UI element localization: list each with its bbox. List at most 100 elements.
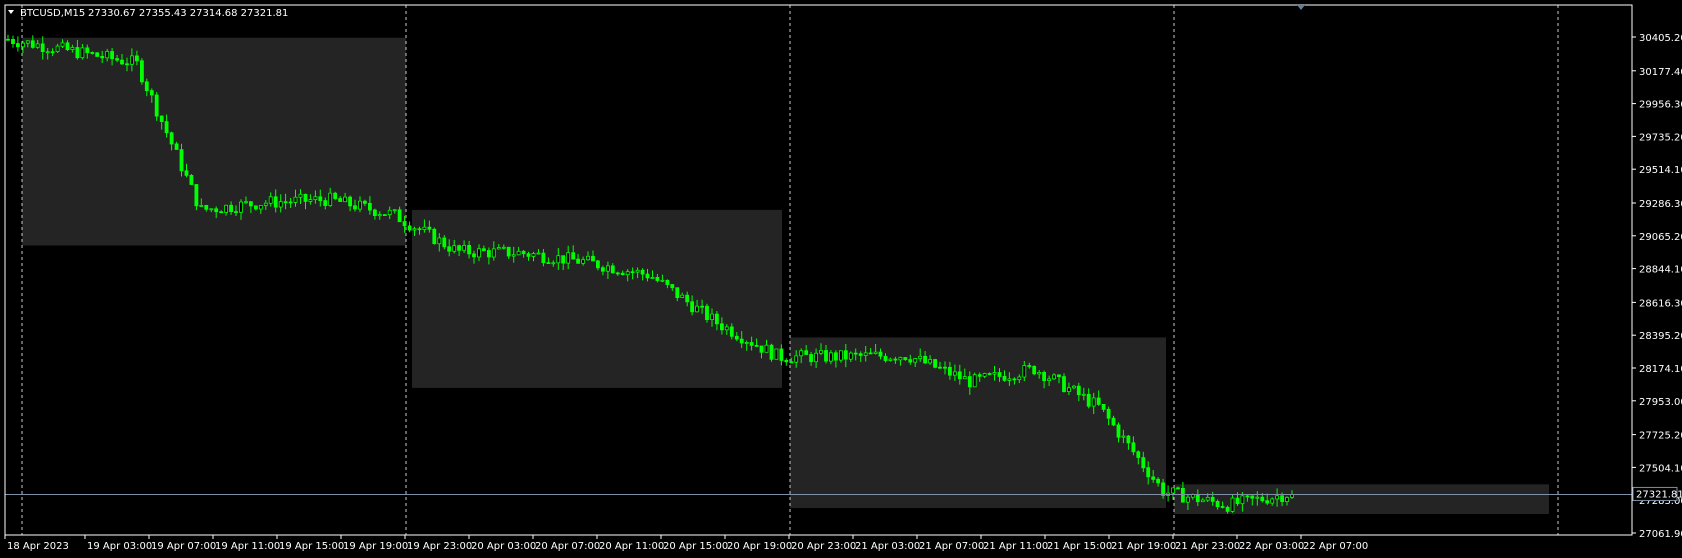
symbol-timeframe-label: BTCUSD,M15 [20, 8, 85, 19]
candle-body [893, 358, 898, 361]
candle-body [992, 372, 997, 375]
candle-body [957, 371, 962, 380]
candle-body [615, 272, 620, 275]
candle-body [665, 279, 670, 285]
candle-body [1042, 371, 1046, 381]
price-tick-label: 27504.10 [1639, 463, 1682, 474]
candle-body [695, 305, 699, 313]
candle-body [1121, 435, 1126, 438]
candle-body [1116, 424, 1121, 438]
time-tick-label: 20 Apr 19:00 [727, 541, 792, 552]
dropdown-triangle-icon[interactable] [8, 10, 14, 14]
candle-body [184, 170, 189, 176]
candle-body [551, 262, 556, 265]
time-tick-label: 22 Apr 07:00 [1303, 541, 1368, 552]
time-tick-label: 18 Apr 2023 [7, 541, 69, 552]
candle-body [1012, 378, 1017, 381]
candle-body [1210, 496, 1215, 502]
candle-body [1280, 495, 1284, 502]
candle-body [1076, 385, 1081, 396]
price-chart[interactable]: 30405.20 30177.40 29956.30 29735.20 29514.10… [0, 0, 1682, 558]
candle-body [967, 376, 972, 388]
candle-body [298, 193, 303, 198]
candle-body [640, 269, 645, 275]
candle-body [601, 267, 605, 272]
time-tick-label: 22 Apr 03:00 [1239, 541, 1304, 552]
candle-body [829, 352, 833, 362]
candle-body [1260, 496, 1265, 502]
candle-body [308, 199, 313, 202]
candle-body [1195, 493, 1200, 503]
candle-body [536, 252, 541, 255]
candle-body [164, 121, 169, 134]
candle-body [610, 265, 615, 274]
candle-body [278, 201, 283, 208]
candle-body [541, 252, 546, 264]
candle-body [1131, 442, 1136, 453]
candle-body [710, 313, 714, 321]
price-tick-label: 27953.00 [1639, 397, 1682, 408]
candle-body [437, 237, 442, 245]
time-tick-label: 21 Apr 15:00 [1047, 541, 1112, 552]
candle-body [1002, 375, 1007, 381]
chart-shift-marker-icon[interactable] [1297, 5, 1305, 10]
candle-body [169, 132, 174, 145]
candle-body [283, 201, 288, 204]
candle-body [387, 209, 392, 216]
price-axis[interactable]: 30405.20 30177.40 29956.30 29735.20 29514.10… [1632, 33, 1682, 540]
candle-body [35, 43, 40, 48]
candle-body [1151, 476, 1156, 480]
candle-body [25, 40, 30, 44]
candle-body [814, 352, 818, 363]
session-range-box [790, 337, 1166, 509]
candle-body [581, 259, 585, 264]
candle-body [625, 271, 630, 276]
candle-body [55, 45, 60, 52]
candle-body [868, 352, 873, 355]
candle-body [789, 361, 794, 364]
price-tick-label: 29956.30 [1639, 100, 1682, 111]
candle-body [179, 149, 184, 172]
time-tick-label: 19 Apr 19:00 [343, 541, 408, 552]
time-axis[interactable]: 18 Apr 2023 19 Apr 03:0019 Apr 07:0019 Ap… [4, 535, 1368, 552]
candle-body [457, 245, 462, 251]
price-tick-label: 30177.40 [1639, 67, 1682, 78]
candle-body [1086, 393, 1091, 407]
candle-body [843, 350, 848, 360]
candle-body [794, 355, 799, 363]
candle-body [561, 255, 566, 264]
candle-body [1007, 378, 1012, 381]
candle-body [784, 359, 789, 363]
candle-body [248, 201, 253, 207]
candle-body [759, 345, 764, 353]
candle-body [85, 47, 90, 54]
candle-body [670, 284, 675, 289]
candle-body [1200, 499, 1205, 503]
chart-window[interactable]: 30405.20 30177.40 29956.30 29735.20 29514.10… [0, 0, 1682, 558]
time-tick-label: 19 Apr 07:00 [151, 541, 216, 552]
candle-body [1062, 376, 1066, 393]
candle-body [948, 366, 952, 376]
candle-body [863, 352, 868, 356]
candle-body [70, 47, 75, 50]
candle-body [134, 55, 139, 62]
candle-body [1265, 500, 1270, 504]
candle-body [799, 350, 804, 357]
candle-body [774, 348, 779, 360]
time-tick-label: 20 Apr 03:00 [471, 541, 536, 552]
candle-body [50, 51, 55, 54]
candle-body [372, 209, 377, 216]
candle-body [675, 287, 680, 299]
candle-body [660, 279, 665, 282]
price-tick-label: 28174.10 [1639, 364, 1682, 375]
candle-body [680, 294, 685, 298]
candle-body [586, 255, 590, 261]
candle-body [263, 202, 268, 206]
current-price-label: 27321.81 [1636, 489, 1682, 500]
candle-body [30, 40, 35, 48]
candle-body [705, 305, 709, 321]
candle-body [506, 246, 511, 257]
candle-body [1017, 376, 1022, 380]
candle-body [645, 273, 650, 279]
candle-body [15, 43, 20, 48]
